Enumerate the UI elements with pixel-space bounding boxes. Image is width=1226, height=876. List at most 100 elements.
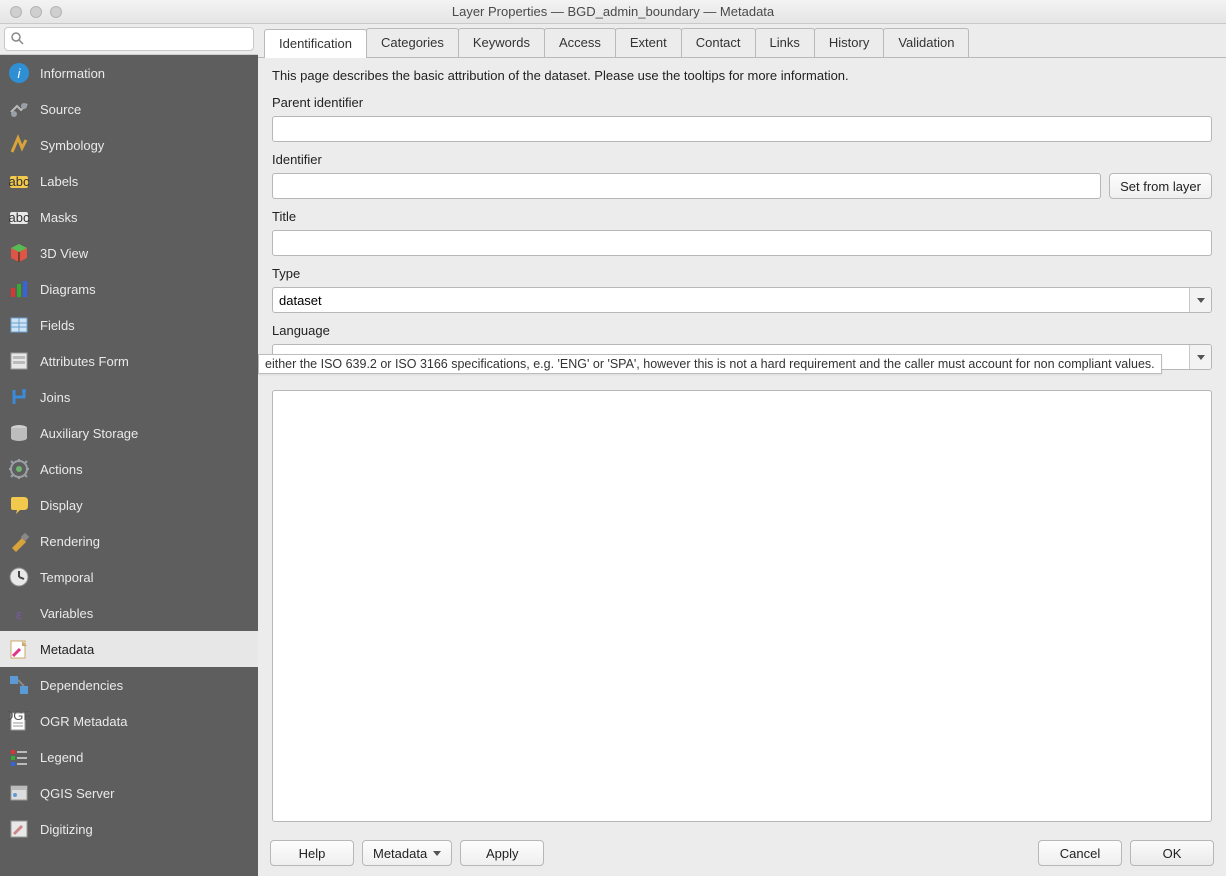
sidebar-item-label: Legend: [40, 750, 83, 765]
title-label: Title: [272, 209, 1212, 224]
sidebar-item-label: Display: [40, 498, 83, 513]
sidebar-item-label: Attributes Form: [40, 354, 129, 369]
aux-icon: [8, 422, 30, 444]
metadata-tabbar: IdentificationCategoriesKeywordsAccessEx…: [258, 24, 1226, 58]
sidebar-item-fields[interactable]: Fields: [0, 307, 258, 343]
parent-identifier-label: Parent identifier: [272, 95, 1212, 110]
metadata-menu-label: Metadata: [373, 846, 427, 861]
window-controls[interactable]: [0, 6, 62, 18]
title-input[interactable]: [272, 230, 1212, 256]
sidebar-item-rendering[interactable]: Rendering: [0, 523, 258, 559]
sidebar-item-label: Joins: [40, 390, 70, 405]
tab-categories[interactable]: Categories: [366, 28, 459, 57]
identifier-input[interactable]: [272, 173, 1101, 199]
cube-icon: [8, 242, 30, 264]
symbology-icon: [8, 134, 30, 156]
type-combo-input[interactable]: [272, 287, 1212, 313]
tab-contact[interactable]: Contact: [681, 28, 756, 57]
language-label: Language: [272, 323, 1212, 338]
sidebar-item-labels[interactable]: abc Labels: [0, 163, 258, 199]
attrform-icon: [8, 350, 30, 372]
apply-button[interactable]: Apply: [460, 840, 544, 866]
sidebar-item-display[interactable]: Display: [0, 487, 258, 523]
tab-validation[interactable]: Validation: [883, 28, 969, 57]
sidebar-item-digitizing[interactable]: Digitizing: [0, 811, 258, 847]
language-tooltip: either the ISO 639.2 or ISO 3166 specifi…: [258, 354, 1162, 374]
sidebar-item-actions[interactable]: Actions: [0, 451, 258, 487]
diagrams-icon: [8, 278, 30, 300]
joins-icon: [8, 386, 30, 408]
variables-icon: ε: [8, 602, 30, 624]
sidebar-item-temporal[interactable]: Temporal: [0, 559, 258, 595]
main-panel: IdentificationCategoriesKeywordsAccessEx…: [258, 24, 1226, 876]
display-icon: [8, 494, 30, 516]
sidebar-item-label: Rendering: [40, 534, 100, 549]
chevron-down-icon[interactable]: [1189, 288, 1211, 312]
window-titlebar: Layer Properties — BGD_admin_boundary — …: [0, 0, 1226, 24]
sidebar-item-legend[interactable]: Legend: [0, 739, 258, 775]
dialog-footer: Help Metadata Apply Cancel OK: [258, 832, 1226, 876]
sidebar-item-ogr-metadata[interactable]: OGROGR Metadata: [0, 703, 258, 739]
form-description: This page describes the basic attributio…: [272, 68, 1212, 83]
rendering-icon: [8, 530, 30, 552]
window-close-icon[interactable]: [10, 6, 22, 18]
window-zoom-icon[interactable]: [50, 6, 62, 18]
sidebar-item-dependencies[interactable]: Dependencies: [0, 667, 258, 703]
sidebar-item-label: Labels: [40, 174, 78, 189]
digitizing-icon: [8, 818, 30, 840]
sidebar-item-label: Information: [40, 66, 105, 81]
type-combo[interactable]: [272, 287, 1212, 313]
abstract-textarea[interactable]: [272, 390, 1212, 822]
tab-access[interactable]: Access: [544, 28, 616, 57]
sidebar-item-label: Temporal: [40, 570, 93, 585]
window-minimize-icon[interactable]: [30, 6, 42, 18]
sidebar-item-qgis-server[interactable]: QGIS Server: [0, 775, 258, 811]
cancel-button[interactable]: Cancel: [1038, 840, 1122, 866]
sidebar-item-label: Fields: [40, 318, 75, 333]
sidebar-item-diagrams[interactable]: Diagrams: [0, 271, 258, 307]
sidebar-item-3d-view[interactable]: 3D View: [0, 235, 258, 271]
dependencies-icon: [8, 674, 30, 696]
sidebar: iInformationSource Symbology abc Labels abc M…: [0, 24, 258, 876]
actions-icon: [8, 458, 30, 480]
sidebar-item-masks[interactable]: abc Masks: [0, 199, 258, 235]
sidebar-item-joins[interactable]: Joins: [0, 379, 258, 415]
temporal-icon: [8, 566, 30, 588]
parent-identifier-input[interactable]: [272, 116, 1212, 142]
identifier-label: Identifier: [272, 152, 1212, 167]
sidebar-item-label: Diagrams: [40, 282, 96, 297]
sidebar-item-label: Digitizing: [40, 822, 93, 837]
tab-history[interactable]: History: [814, 28, 884, 57]
sidebar-item-label: QGIS Server: [40, 786, 114, 801]
legend-icon: [8, 746, 30, 768]
fields-icon: [8, 314, 30, 336]
svg-text:abc: abc: [9, 174, 30, 189]
set-from-layer-button[interactable]: Set from layer: [1109, 173, 1212, 199]
svg-text:abc: abc: [9, 210, 30, 225]
tab-identification[interactable]: Identification: [264, 29, 367, 58]
sidebar-item-label: Masks: [40, 210, 78, 225]
labels-icon: abc: [8, 170, 30, 192]
tab-links[interactable]: Links: [755, 28, 815, 57]
ok-button[interactable]: OK: [1130, 840, 1214, 866]
svg-text:ε: ε: [16, 607, 22, 622]
metadata-menu-button[interactable]: Metadata: [362, 840, 452, 866]
chevron-down-icon[interactable]: [1189, 345, 1211, 369]
sidebar-item-label: Actions: [40, 462, 83, 477]
sidebar-item-label: Symbology: [40, 138, 104, 153]
sidebar-item-auxiliary-storage[interactable]: Auxiliary Storage: [0, 415, 258, 451]
tab-keywords[interactable]: Keywords: [458, 28, 545, 57]
sidebar-item-variables[interactable]: εVariables: [0, 595, 258, 631]
metadata-icon: [8, 638, 30, 660]
help-button[interactable]: Help: [270, 840, 354, 866]
sidebar-item-attributes-form[interactable]: Attributes Form: [0, 343, 258, 379]
server-icon: [8, 782, 30, 804]
tab-extent[interactable]: Extent: [615, 28, 682, 57]
sidebar-search-input[interactable]: [4, 27, 254, 51]
sidebar-item-metadata[interactable]: Metadata: [0, 631, 258, 667]
sidebar-item-information[interactable]: iInformation: [0, 55, 258, 91]
sidebar-item-source[interactable]: Source: [0, 91, 258, 127]
sidebar-item-symbology[interactable]: Symbology: [0, 127, 258, 163]
window-title: Layer Properties — BGD_admin_boundary — …: [0, 4, 1226, 19]
sidebar-item-label: Auxiliary Storage: [40, 426, 138, 441]
